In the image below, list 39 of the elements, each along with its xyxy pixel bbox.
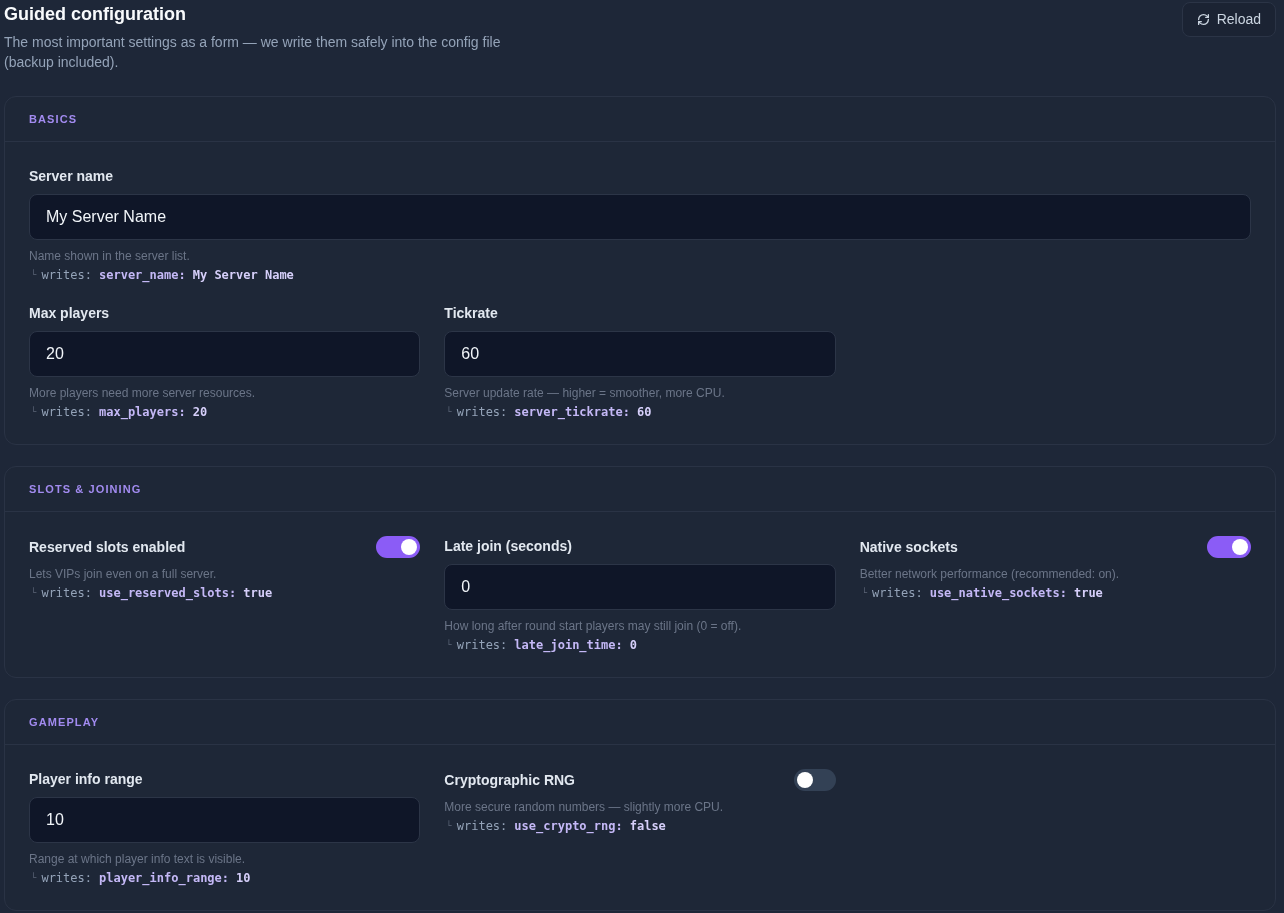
field-label: Tickrate	[444, 304, 499, 323]
number-input[interactable]: 0	[444, 564, 836, 610]
field-hint: More players need more server resources.	[29, 385, 257, 401]
config-write-line: └ writes: player_info_range: 10	[30, 870, 251, 886]
number-input[interactable]: 10	[29, 797, 421, 843]
toggle-switch[interactable]	[376, 536, 421, 558]
config-write-line: └ writes: max_players: 20	[30, 404, 208, 420]
section-title: BASICS	[29, 112, 78, 127]
page-description: The most important settings as a form — we write them safely into the config file (backup included).	[4, 33, 502, 72]
field-label: Player info range	[29, 770, 144, 789]
number-input[interactable]: 20	[29, 331, 421, 377]
field-hint: Lets VIPs join even on a full server.	[29, 566, 218, 582]
field-label: Server name	[29, 167, 115, 186]
config-write-line: └ writes: late_join_time: 0	[445, 637, 637, 653]
field-label: Reserved slots enabled	[29, 538, 186, 557]
field-hint: More secure random numbers — slightly more CPU.	[444, 799, 725, 815]
field-hint: Server update rate — higher = smoother, more CPU.	[444, 385, 726, 401]
config-write-line: └ writes: server_tickrate: 60	[445, 404, 652, 420]
refresh-icon	[1196, 13, 1210, 26]
config-write-line: └ writes: use_reserved_slots: true	[30, 585, 273, 601]
number-input[interactable]: 60	[444, 331, 836, 377]
toggle-switch[interactable]	[793, 769, 836, 791]
section-title: SLOTS & JOINING	[29, 482, 142, 497]
field-label: Late join (seconds)	[444, 537, 573, 556]
toggle-switch[interactable]	[1207, 536, 1251, 558]
field-hint: Better network performance (recommended: on).	[859, 566, 1121, 582]
config-write-line: └ writes: server_name: My Server Name	[30, 267, 294, 283]
config-write-line: └ writes: use_native_sockets: true	[860, 585, 1103, 601]
field-hint: Range at which player info text is visible.	[29, 851, 247, 867]
field-hint: How long after round start players may still join (0 = off).	[444, 618, 743, 634]
section-title: GAMEPLAY	[29, 715, 100, 730]
field-label: Native sockets	[859, 538, 958, 557]
field-label: Cryptographic RNG	[444, 771, 575, 790]
field-hint: Name shown in the server list.	[29, 248, 191, 264]
config-write-line: └ writes: use_crypto_rng: false	[445, 818, 666, 834]
page-title: Guided configuration	[4, 3, 187, 26]
reload-button[interactable]: Reload	[1181, 2, 1276, 37]
field-label: Max players	[29, 304, 111, 323]
text-input[interactable]: My Server Name	[29, 194, 1251, 240]
